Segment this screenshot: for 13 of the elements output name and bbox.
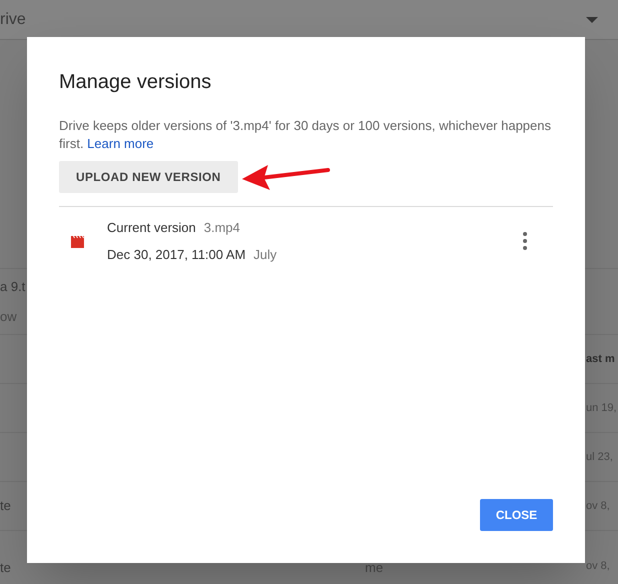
version-date: Dec 30, 2017, 11:00 AM	[107, 246, 246, 264]
description-text: Drive keeps older versions of '3.mp4' for 30 days or 100 versions, whichever happens first. Learn more	[59, 117, 552, 153]
upload-new-version-button[interactable]: UPLOAD NEW VERSION	[59, 161, 238, 193]
close-button[interactable]: CLOSE	[480, 499, 553, 531]
dialog-title: Manage versions	[59, 70, 212, 95]
header-title: rive	[0, 10, 26, 30]
column-header[interactable]: ast m	[586, 352, 615, 365]
video-file-icon	[71, 234, 87, 248]
dropdown-caret-icon[interactable]	[586, 16, 598, 22]
version-file-name: 3.mp4	[204, 218, 240, 237]
learn-more-link[interactable]: Learn more	[87, 136, 154, 151]
version-author: July	[254, 246, 277, 264]
version-label: Current version	[107, 218, 196, 236]
